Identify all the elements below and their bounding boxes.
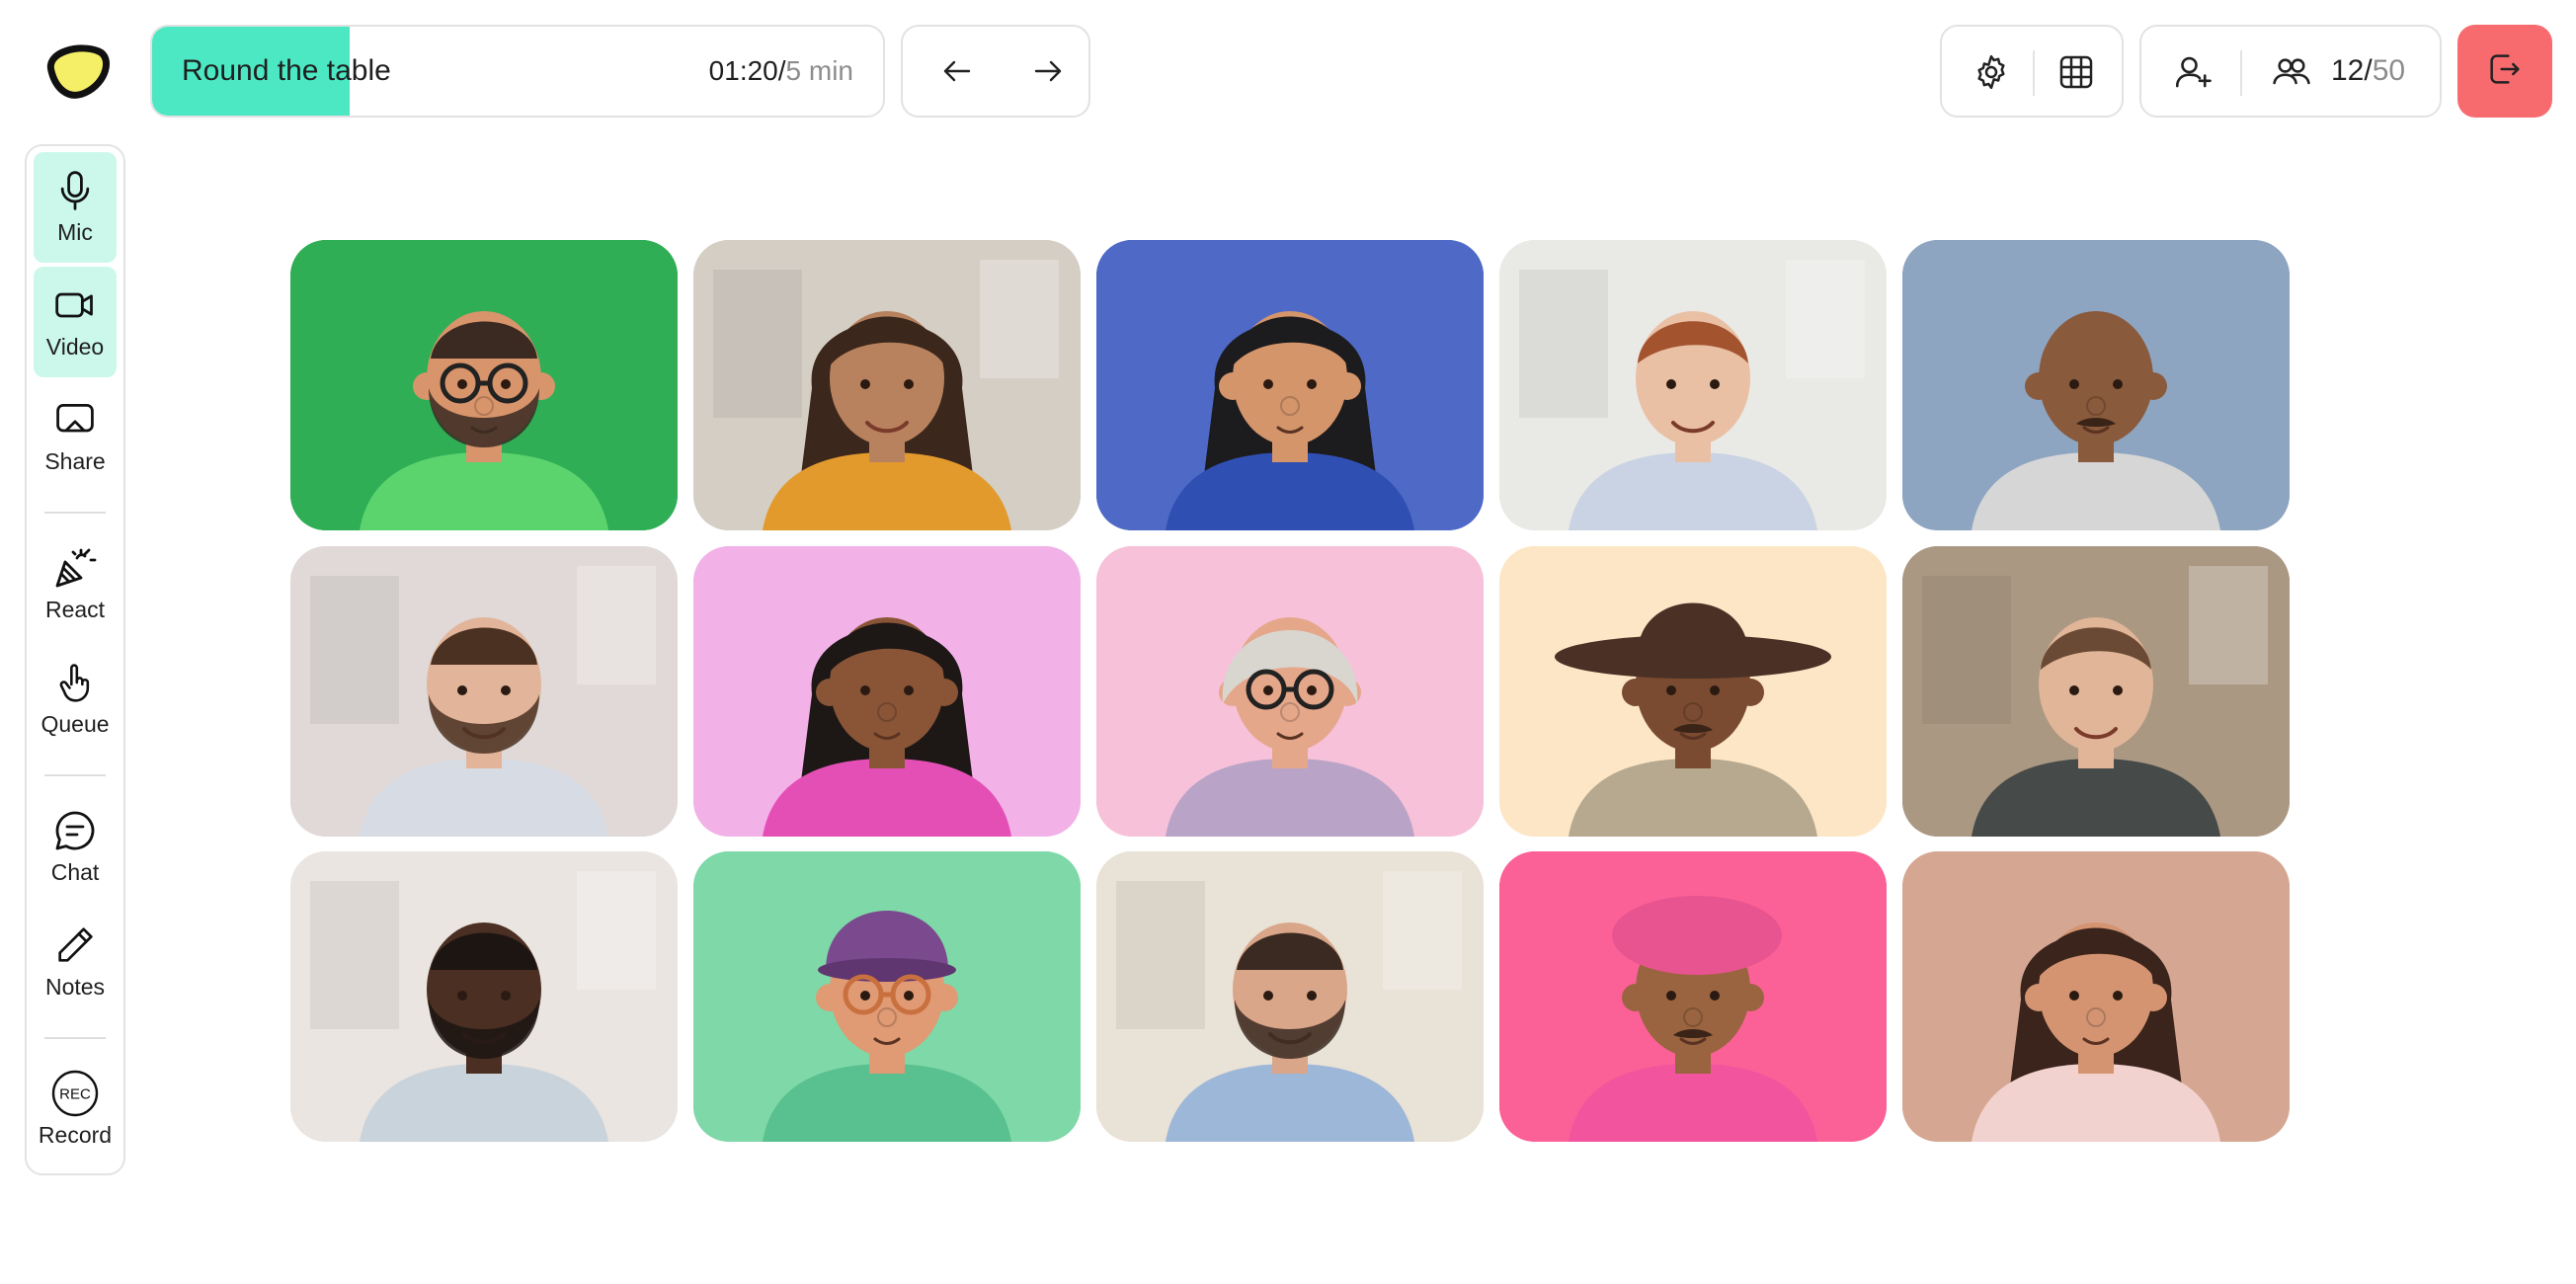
exit-icon (2485, 49, 2525, 94)
timer-elapsed: 01:20 (708, 55, 778, 86)
queue-button[interactable]: Queue (34, 644, 117, 755)
agenda-navigation (901, 25, 1090, 118)
arrow-right-icon[interactable] (1023, 46, 1073, 96)
participant-count-max: 50 (2372, 54, 2406, 87)
gear-icon[interactable] (1968, 48, 2015, 96)
party-popper-icon (50, 543, 100, 593)
sidebar-divider (44, 774, 106, 776)
people-controls: 12/50 (2139, 25, 2442, 118)
participant-count-current: 12 (2331, 54, 2365, 87)
participant-tile-10[interactable] (1902, 546, 2290, 837)
app-logo[interactable] (41, 41, 111, 101)
notes-label: Notes (44, 974, 106, 1000)
divider (2033, 50, 2035, 96)
participant-tile-7[interactable] (693, 546, 1081, 837)
participant-tile-8[interactable] (1096, 546, 1484, 837)
participant-tile-9[interactable] (1499, 546, 1887, 837)
mic-label: Mic (57, 219, 93, 245)
video-camera-icon (50, 281, 100, 330)
timer-total: 5 min (785, 55, 853, 86)
timer-separator: / (777, 55, 786, 86)
rec-badge-text: REC (59, 1086, 91, 1103)
video-label: Video (45, 334, 105, 360)
record-label: Record (38, 1122, 113, 1148)
participant-tile-3[interactable] (1096, 240, 1484, 530)
participant-tile-13[interactable] (1096, 851, 1484, 1142)
participant-tile-2[interactable] (693, 240, 1081, 530)
agenda-timer: 01:20/5 min (709, 27, 853, 116)
chat-button[interactable]: Chat (34, 792, 117, 903)
mic-button[interactable]: Mic (34, 152, 117, 263)
video-button[interactable]: Video (34, 267, 117, 377)
sidebar-divider (44, 1037, 106, 1039)
share-button[interactable]: Share (34, 381, 117, 492)
sidebar: Mic Video Share React Queue Chat Notes R… (25, 144, 125, 1175)
participant-count-separator: / (2364, 54, 2373, 87)
participant-tile-15[interactable] (1902, 851, 2290, 1142)
view-tools (1940, 25, 2124, 118)
microphone-icon (50, 166, 100, 215)
agenda-timer-bar[interactable]: Round the table 01:20/5 min (150, 25, 885, 118)
pencil-icon (50, 921, 100, 970)
share-label: Share (44, 448, 106, 474)
raised-hand-icon (50, 658, 100, 707)
participant-count: 12/50 (2331, 27, 2405, 116)
participant-tile-4[interactable] (1499, 240, 1887, 530)
notes-button[interactable]: Notes (34, 907, 117, 1017)
react-label: React (44, 597, 106, 622)
participant-tile-14[interactable] (1499, 851, 1887, 1142)
queue-label: Queue (40, 711, 110, 737)
grid-icon[interactable] (2053, 48, 2100, 96)
agenda-item-title: Round the table (182, 54, 391, 87)
participant-tile-12[interactable] (693, 851, 1081, 1142)
participant-tile-6[interactable] (290, 546, 678, 837)
arrow-left-icon[interactable] (932, 46, 982, 96)
rec-icon: REC (50, 1069, 100, 1118)
participant-tile-11[interactable] (290, 851, 678, 1142)
users-icon[interactable] (2268, 48, 2315, 96)
screen-share-icon (50, 395, 100, 444)
add-user-icon[interactable] (2169, 48, 2216, 96)
participant-tile-5[interactable] (1902, 240, 2290, 530)
chat-label: Chat (50, 859, 100, 885)
chat-bubble-icon (50, 806, 100, 855)
participant-tile-1[interactable] (290, 240, 678, 530)
sidebar-divider (44, 512, 106, 514)
leave-session-button[interactable] (2457, 25, 2552, 118)
divider (2240, 50, 2242, 96)
record-button[interactable]: REC Record (34, 1055, 117, 1165)
react-button[interactable]: React (34, 529, 117, 640)
